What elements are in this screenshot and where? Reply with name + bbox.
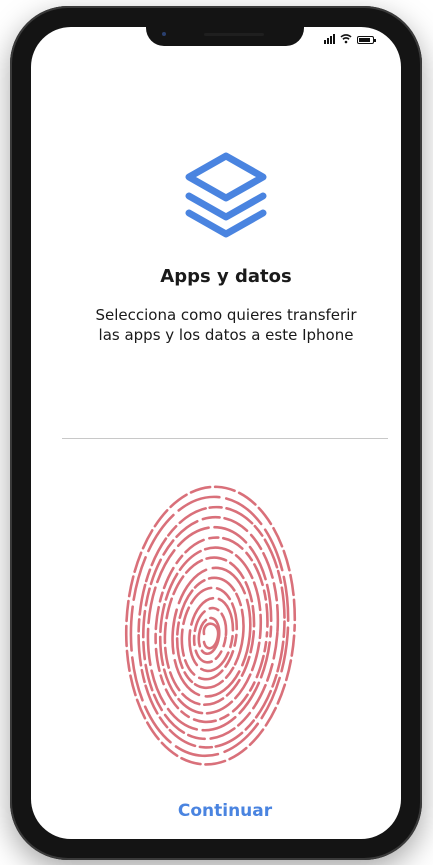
layers-icon [185,152,267,238]
fingerprint-ridge [192,606,228,664]
wifi-icon [340,34,352,44]
page-subtitle: Selecciona como quieres transferir las a… [31,305,421,345]
earpiece-speaker [204,33,264,36]
subtitle-line-1: Selecciona como quieres transferir [95,306,357,324]
subtitle-line-2: las apps y los datos a este Iphone [98,326,354,344]
mute-switch [14,146,23,178]
status-bar [324,32,376,44]
fingerprint-ridge [124,485,297,766]
divider [62,438,388,439]
signal-icon [324,34,335,44]
fingerprint-core [202,622,220,650]
battery-icon [357,36,376,44]
page-title: Apps y datos [160,266,292,287]
fingerprint-icon[interactable] [124,484,308,774]
front-camera [162,32,166,36]
volume-up-button [14,208,23,270]
volume-down-button [14,290,23,352]
notch [146,26,304,46]
continue-button[interactable]: Continuar [145,796,305,826]
